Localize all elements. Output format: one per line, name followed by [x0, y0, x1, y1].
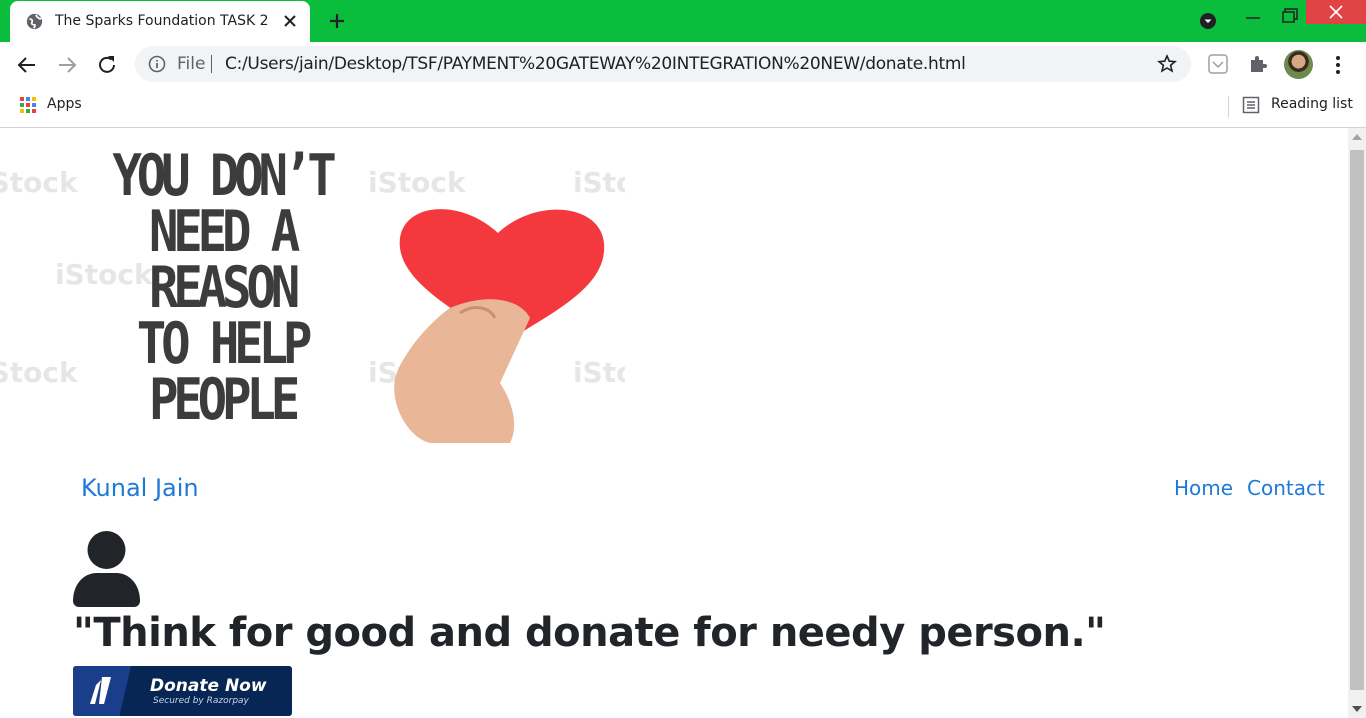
reading-list-icon[interactable]	[1242, 96, 1260, 114]
tab-search-icon[interactable]	[1199, 12, 1217, 30]
profile-avatar[interactable]	[1284, 50, 1313, 79]
slogan-line: PEOPLE	[148, 367, 300, 433]
forward-icon[interactable]	[54, 52, 80, 78]
extensions-puzzle-icon[interactable]	[1246, 52, 1270, 76]
close-tab-icon[interactable]	[281, 12, 299, 30]
title-bar: The Sparks Foundation TASK 2	[0, 0, 1366, 42]
donate-button-sublabel: Secured by Razorpay	[153, 696, 249, 706]
pocket-extension-icon[interactable]	[1206, 52, 1230, 76]
scroll-up-arrow-icon[interactable]	[1352, 134, 1362, 140]
slogan-line: TO HELP	[136, 311, 313, 377]
info-icon[interactable]	[148, 55, 166, 73]
close-icon	[1329, 5, 1343, 19]
watermark: iStock	[573, 166, 625, 199]
globe-icon	[26, 13, 43, 30]
browser-tab[interactable]: The Sparks Foundation TASK 2	[10, 1, 310, 42]
slogan-line: NEED A	[148, 199, 300, 265]
browser-toolbar: File C:/Users/jain/Desktop/TSF/PAYMENT%2…	[0, 42, 1366, 88]
banner-image: iStock iStock iStock iStock iStock iStoc…	[0, 138, 625, 443]
tab-title: The Sparks Foundation TASK 2	[55, 13, 269, 29]
watermark: iStock	[0, 356, 78, 389]
slogan-line: REASON	[148, 255, 300, 321]
banner-slogan: YOU DON’T NEED A REASON TO HELP PEOPLE	[72, 148, 372, 433]
reload-icon[interactable]	[94, 52, 120, 78]
heart-hand-illustration	[394, 209, 605, 443]
apps-bookmark[interactable]: Apps	[47, 96, 82, 112]
watermark: iStock	[0, 166, 78, 199]
bookmark-star-icon[interactable]	[1157, 54, 1177, 74]
back-icon[interactable]	[14, 52, 40, 78]
user-icon	[73, 531, 140, 607]
quote-heading: "Think for good and donate for needy per…	[73, 610, 1106, 656]
nav-link-contact[interactable]: Contact	[1247, 476, 1325, 500]
razorpay-logo-icon	[90, 677, 111, 704]
new-tab-icon[interactable]	[326, 10, 348, 32]
url-text[interactable]: C:/Users/jain/Desktop/TSF/PAYMENT%20GATE…	[225, 54, 966, 74]
nav-link-home[interactable]: Home	[1174, 476, 1233, 500]
reading-list-button[interactable]: Reading list	[1271, 96, 1353, 112]
bookmarks-divider	[1228, 96, 1229, 118]
vertical-scrollbar[interactable]	[1348, 128, 1366, 718]
slogan-line: YOU DON’T	[112, 143, 336, 209]
more-menu-icon[interactable]	[1330, 52, 1346, 78]
address-bar[interactable]: File C:/Users/jain/Desktop/TSF/PAYMENT%2…	[135, 46, 1191, 82]
minimize-icon[interactable]	[1238, 6, 1268, 30]
page-content: iStock iStock iStock iStock iStock iStoc…	[0, 128, 1348, 718]
bookmarks-bar: Apps Reading list	[0, 88, 1366, 128]
donate-button-label: Donate Now	[150, 676, 267, 696]
omnibox-divider	[211, 55, 212, 73]
scheme-label: File	[177, 54, 206, 74]
restore-icon[interactable]	[1276, 4, 1302, 28]
watermark: iStock	[368, 166, 466, 199]
apps-grid-icon[interactable]	[20, 97, 36, 113]
navbar-brand[interactable]: Kunal Jain	[81, 474, 199, 502]
scroll-thumb[interactable]	[1350, 150, 1364, 690]
scroll-down-arrow-icon[interactable]	[1352, 706, 1362, 712]
donate-now-button[interactable]: Donate Now Secured by Razorpay	[73, 666, 292, 716]
window-close-button[interactable]	[1306, 0, 1366, 24]
